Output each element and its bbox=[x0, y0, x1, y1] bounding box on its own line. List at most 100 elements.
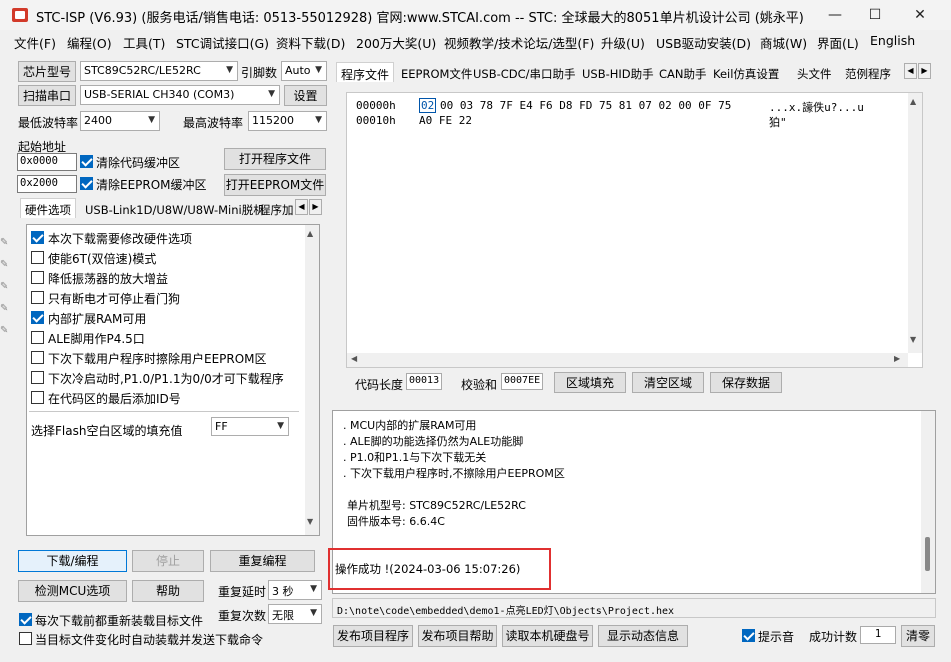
repeat-delay-select[interactable]: 3 秒 ▼ bbox=[268, 580, 322, 600]
option-checkbox[interactable] bbox=[31, 271, 44, 284]
help-button[interactable]: 帮助 bbox=[132, 580, 204, 602]
hex-selected-byte[interactable]: 02 bbox=[419, 98, 437, 113]
hex-address: 00000h bbox=[356, 99, 396, 112]
menu-downloads[interactable]: 资料下载(D) bbox=[276, 33, 345, 52]
open-program-file-button[interactable]: 打开程序文件 bbox=[224, 148, 326, 170]
min-baud-value: 2400 bbox=[84, 114, 112, 127]
option-checkbox[interactable] bbox=[31, 251, 44, 264]
show-dynamic-info-button[interactable]: 显示动态信息 bbox=[598, 625, 688, 647]
scroll-up-icon[interactable]: ▲ bbox=[307, 229, 313, 238]
option-checkbox[interactable] bbox=[31, 391, 44, 404]
tab-usb-hid[interactable]: USB-HID助手 bbox=[577, 62, 659, 82]
hex-editor[interactable]: 00000h 02 00 03 78 7F E4 F6 D8 FD 75 81 … bbox=[346, 92, 923, 368]
maximize-button[interactable]: ☐ bbox=[852, 0, 898, 30]
menu-upgrade[interactable]: 升级(U) bbox=[601, 33, 645, 52]
max-baud-select[interactable]: 115200 ▼ bbox=[248, 111, 327, 131]
log-line: 单片机型号: STC89C52RC/LE52RC bbox=[347, 499, 526, 512]
scan-port-button[interactable]: 扫描串口 bbox=[18, 85, 76, 106]
option-checkbox[interactable] bbox=[31, 291, 44, 304]
tab-scroll-left-button[interactable]: ◀ bbox=[904, 63, 917, 79]
divider bbox=[29, 411, 299, 412]
menu-debug-interface[interactable]: STC调试接口(G) bbox=[176, 33, 269, 52]
option-checkbox[interactable] bbox=[31, 351, 44, 364]
eeprom-address-input[interactable]: 0x2000 bbox=[17, 175, 77, 193]
options-scrollbar[interactable]: ▲ ▼ bbox=[305, 225, 319, 535]
tab-eeprom-file[interactable]: EEPROM文件 bbox=[396, 62, 477, 82]
check-mcu-button[interactable]: 检测MCU选项 bbox=[18, 580, 127, 602]
menu-english[interactable]: English bbox=[870, 33, 915, 48]
hex-vertical-scrollbar[interactable]: ▲ ▼ bbox=[908, 93, 922, 353]
scroll-left-icon[interactable]: ◀ bbox=[351, 354, 357, 363]
reload-before-download-checkbox[interactable] bbox=[19, 613, 32, 626]
tab-scroll-right-button[interactable]: ▶ bbox=[918, 63, 931, 79]
fill-value-label: 选择Flash空白区域的填充值 bbox=[31, 424, 183, 438]
tab-usb-link[interactable]: USB-Link1D/U8W/U8W-Mini脱机 bbox=[80, 198, 270, 218]
beep-checkbox[interactable] bbox=[742, 629, 755, 642]
save-data-button[interactable]: 保存数据 bbox=[710, 372, 782, 393]
reload-before-download-label: 每次下载前都重新装载目标文件 bbox=[35, 614, 204, 628]
tab-keil-sim[interactable]: Keil仿真设置 bbox=[708, 62, 784, 82]
option-checkbox[interactable] bbox=[31, 371, 44, 384]
menu-program[interactable]: 编程(O) bbox=[67, 33, 112, 52]
clear-eeprom-label: 清除EEPROM缓冲区 bbox=[96, 178, 207, 192]
tab-hardware-options[interactable]: 硬件选项 bbox=[20, 198, 76, 218]
code-address-input[interactable]: 0x0000 bbox=[17, 153, 77, 171]
stop-button[interactable]: 停止 bbox=[132, 550, 204, 572]
publish-program-button[interactable]: 发布项目程序 bbox=[333, 625, 413, 647]
clear-code-checkbox[interactable] bbox=[80, 155, 93, 168]
settings-button[interactable]: 设置 bbox=[284, 85, 327, 106]
menu-file[interactable]: 文件(F) bbox=[14, 33, 56, 52]
open-eeprom-file-button[interactable]: 打开EEPROM文件 bbox=[224, 174, 326, 196]
repeat-count-label: 重复次数 bbox=[218, 609, 267, 623]
clear-area-button[interactable]: 清空区域 bbox=[632, 372, 704, 393]
chip-type-button[interactable]: 芯片型号 bbox=[18, 61, 76, 82]
tab-header-file[interactable]: 头文件 bbox=[792, 62, 837, 82]
repeat-count-select[interactable]: 无限 ▼ bbox=[268, 604, 322, 624]
read-disk-id-button[interactable]: 读取本机硬盘号 bbox=[502, 625, 593, 647]
repeat-program-button[interactable]: 重复编程 bbox=[210, 550, 315, 572]
menu-store[interactable]: 商城(W) bbox=[760, 33, 807, 52]
hex-bytes: A0 FE 22 bbox=[419, 114, 472, 127]
fill-value-select[interactable]: FF ▼ bbox=[211, 417, 289, 436]
checksum-value: 0007EE bbox=[501, 373, 543, 390]
close-button[interactable]: ✕ bbox=[897, 0, 943, 30]
menu-video-forum[interactable]: 视频教学/技术论坛/选型(F) bbox=[444, 33, 594, 52]
option-checkbox[interactable] bbox=[31, 311, 44, 324]
tab-scroll-right-button[interactable]: ▶ bbox=[309, 199, 322, 215]
menu-prize[interactable]: 200万大奖(U) bbox=[356, 33, 436, 52]
menu-tools[interactable]: 工具(T) bbox=[123, 33, 165, 52]
tab-program-encrypt[interactable]: 程序加 bbox=[254, 198, 299, 218]
scroll-right-icon[interactable]: ▶ bbox=[894, 354, 900, 363]
menu-usb-driver[interactable]: USB驱动安装(D) bbox=[656, 33, 751, 52]
download-program-button[interactable]: 下载/编程 bbox=[18, 550, 127, 572]
chevron-down-icon: ▼ bbox=[226, 65, 233, 75]
hex-address: 00010h bbox=[356, 114, 396, 127]
tab-program-file[interactable]: 程序文件 bbox=[336, 62, 395, 82]
option-checkbox[interactable] bbox=[31, 331, 44, 344]
pin-count-select[interactable]: Auto ▼ bbox=[281, 61, 327, 81]
clear-count-button[interactable]: 清零 bbox=[901, 625, 935, 647]
tab-can[interactable]: CAN助手 bbox=[654, 62, 712, 82]
auto-load-checkbox[interactable] bbox=[19, 632, 32, 645]
log-scrollbar[interactable] bbox=[921, 411, 935, 593]
log-line: 固件版本号: 6.6.4C bbox=[347, 515, 445, 528]
tab-examples[interactable]: 范例程序 bbox=[840, 62, 896, 82]
tab-scroll-left-button[interactable]: ◀ bbox=[295, 199, 308, 215]
publish-help-button[interactable]: 发布项目帮助 bbox=[418, 625, 497, 647]
menu-interface[interactable]: 界面(L) bbox=[817, 33, 859, 52]
min-baud-select[interactable]: 2400 ▼ bbox=[80, 111, 160, 131]
scroll-down-icon[interactable]: ▼ bbox=[307, 517, 313, 526]
port-select[interactable]: USB-SERIAL CH340 (COM3) ▼ bbox=[80, 85, 280, 105]
hex-horizontal-scrollbar[interactable]: ◀ ▶ bbox=[347, 353, 908, 367]
chip-type-select[interactable]: STC89C52RC/LE52RC ▼ bbox=[80, 61, 238, 81]
log-scroll-thumb[interactable] bbox=[925, 537, 930, 571]
scroll-up-icon[interactable]: ▲ bbox=[910, 97, 916, 106]
tab-usb-cdc[interactable]: USB-CDC/串口助手 bbox=[468, 62, 581, 82]
success-highlight-box bbox=[328, 548, 551, 590]
scroll-down-icon[interactable]: ▼ bbox=[910, 335, 916, 344]
option-checkbox[interactable] bbox=[31, 231, 44, 244]
fill-area-button[interactable]: 区域填充 bbox=[554, 372, 626, 393]
clear-eeprom-checkbox[interactable] bbox=[80, 177, 93, 190]
title-bar: STC-ISP (V6.93) (服务电话/销售电话: 0513-5501292… bbox=[0, 0, 951, 30]
pin-count-label: 引脚数 bbox=[241, 66, 278, 80]
